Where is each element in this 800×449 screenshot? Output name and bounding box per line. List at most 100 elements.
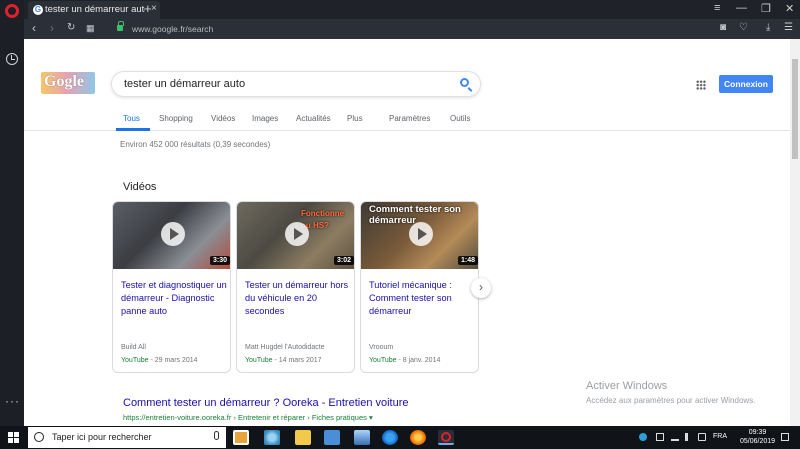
download-icon[interactable]: ⤓	[766, 22, 770, 33]
more-icon[interactable]: ···	[5, 394, 20, 408]
video-source: YouTube - 8 janv. 2014	[369, 357, 440, 364]
menu-icon[interactable]: ≡	[714, 2, 720, 14]
tab-shopping[interactable]: Shopping	[159, 114, 193, 123]
search-icon[interactable]	[460, 78, 469, 87]
paint-icon[interactable]	[264, 430, 280, 445]
easy-setup-icon[interactable]: ☰	[784, 22, 793, 33]
address-field[interactable]: www.google.fr/search	[132, 24, 213, 34]
back-icon[interactable]: ‹	[32, 21, 36, 35]
photos-icon[interactable]	[354, 430, 370, 445]
google-header: Gogle tester un démarreur auto Connexion…	[24, 39, 790, 131]
opera-taskbar-icon[interactable]	[438, 430, 454, 445]
tab-actualites[interactable]: Actualités	[296, 114, 331, 123]
cortana-icon	[34, 432, 44, 442]
activate-windows-title: Activer Windows	[586, 380, 668, 392]
search-input[interactable]: tester un démarreur auto	[124, 78, 245, 90]
tab-tous[interactable]: Tous	[123, 114, 140, 123]
web-page: Gogle tester un démarreur auto Connexion…	[24, 39, 800, 426]
speed-dial-icon[interactable]: ▦	[86, 23, 95, 34]
file-explorer-icon[interactable]	[295, 430, 311, 445]
video-date: - 14 mars 2017	[272, 357, 322, 364]
play-icon[interactable]	[161, 222, 185, 246]
video-thumbnail[interactable]: Comment tester son démarreur 1:48	[361, 202, 478, 269]
video-card[interactable]: 3:30 Tester et diagnostiquer un démarreu…	[112, 201, 231, 373]
tray-app-icon[interactable]	[656, 433, 664, 441]
scrollbar-thumb[interactable]	[792, 59, 798, 159]
skype-tray-icon[interactable]	[639, 433, 647, 441]
heart-icon[interactable]: ♡	[739, 22, 748, 33]
camera-icon[interactable]: ◙	[720, 22, 726, 33]
reload-icon[interactable]: ↻	[67, 22, 75, 33]
video-title[interactable]: Tester un démarreur hors du véhicule en …	[245, 279, 351, 318]
video-author: Matt Hugdel l'Autodidacte	[245, 344, 325, 351]
video-card[interactable]: Fonctionne ou HS? 3:02 Tester un démarre…	[236, 201, 355, 373]
video-site: YouTube	[245, 357, 273, 364]
video-site: YouTube	[121, 357, 149, 364]
video-title[interactable]: Tester et diagnostiquer un démarreur - D…	[121, 279, 227, 318]
opera-logo-icon[interactable]	[5, 4, 19, 18]
video-card[interactable]: Comment tester son démarreur 1:48 Tutori…	[360, 201, 479, 373]
tab-parametres[interactable]: Paramètres	[389, 114, 430, 123]
maximize-icon[interactable]: ❐	[761, 2, 771, 15]
notifications-icon[interactable]	[781, 433, 789, 441]
page-scrollbar[interactable]	[790, 39, 800, 426]
google-doodle-logo[interactable]: Gogle	[41, 72, 95, 94]
firefox-icon[interactable]	[410, 430, 426, 445]
video-source: YouTube - 29 mars 2014	[121, 357, 198, 364]
taskbar-search-box[interactable]: Taper ici pour rechercher	[28, 427, 226, 448]
microphone-icon[interactable]	[214, 431, 219, 440]
play-icon[interactable]	[409, 222, 433, 246]
opera-sidebar: ···	[0, 0, 24, 426]
video-thumbnail[interactable]: Fonctionne ou HS? 3:02	[237, 202, 354, 269]
tab-plus[interactable]: Plus	[347, 114, 363, 123]
active-tab-indicator	[116, 128, 150, 131]
battery-icon[interactable]	[698, 433, 706, 441]
close-icon[interactable]: ✕	[785, 2, 794, 15]
carousel-next-button[interactable]: ›	[471, 278, 491, 298]
doodle-text: Gogle	[44, 73, 84, 90]
video-date: - 8 janv. 2014	[396, 357, 441, 364]
tab-images[interactable]: Images	[252, 114, 278, 123]
result-stats: Environ 452 000 résultats (0,39 secondes…	[120, 140, 271, 149]
thumbnail-overlay-text: Fonctionne ou HS?	[301, 209, 345, 230]
tab-videos[interactable]: Vidéos	[211, 114, 235, 123]
login-button[interactable]: Connexion	[719, 75, 773, 93]
activate-windows-subtitle: Accédez aux paramètres pour activer Wind…	[586, 396, 756, 405]
videos-heading: Vidéos	[123, 181, 157, 193]
video-title[interactable]: Tutoriel mécanique : Comment tester son …	[369, 279, 475, 318]
edge-icon[interactable]	[382, 430, 398, 445]
video-source: YouTube - 14 mars 2017	[245, 357, 322, 364]
language-indicator[interactable]: FRA	[713, 433, 727, 440]
windows-start-icon[interactable]	[8, 432, 20, 443]
play-icon[interactable]	[285, 222, 309, 246]
network-icon[interactable]	[671, 433, 679, 441]
media-player-icon[interactable]	[233, 430, 249, 445]
forward-icon[interactable]: ›	[50, 21, 54, 35]
video-author: Vrooum	[369, 344, 394, 351]
history-icon[interactable]	[6, 53, 18, 65]
new-tab-button[interactable]: +	[144, 1, 152, 16]
store-icon[interactable]	[324, 430, 340, 445]
minimize-icon[interactable]: —	[736, 2, 747, 14]
volume-icon[interactable]	[685, 433, 693, 441]
tab-strip: G tester un démarreur auto × + ≡ — ❐ ✕	[24, 0, 800, 19]
google-apps-icon[interactable]	[696, 80, 706, 90]
google-favicon-icon: G	[33, 5, 43, 15]
lock-icon	[117, 21, 124, 31]
video-duration: 3:02	[333, 256, 354, 265]
clock[interactable]: 09:39 05/06/2019	[740, 428, 775, 446]
video-duration: 3:30	[209, 256, 230, 265]
result-url[interactable]: https://entretien-voiture.ooreka.fr › En…	[123, 413, 373, 422]
search-box[interactable]: tester un démarreur auto	[111, 71, 481, 97]
windows-taskbar: Taper ici pour rechercher FRA 09:39 05/0…	[0, 426, 800, 449]
taskbar-search-placeholder[interactable]: Taper ici pour rechercher	[52, 432, 152, 442]
browser-tab[interactable]: G tester un démarreur auto ×	[28, 1, 160, 19]
clock-time: 09:39	[748, 429, 767, 436]
address-toolbar: ‹ › ↻ ▦ www.google.fr/search ◙ ♡ ⤓ ☰	[24, 19, 800, 39]
tab-outils[interactable]: Outils	[450, 114, 470, 123]
video-date: - 29 mars 2014	[148, 357, 198, 364]
video-thumbnail[interactable]: 3:30	[113, 202, 230, 269]
video-author: Build All	[121, 344, 146, 351]
result-title-link[interactable]: Comment tester un démarreur ? Ooreka - E…	[123, 397, 409, 409]
tab-close-icon[interactable]: ×	[151, 3, 157, 14]
